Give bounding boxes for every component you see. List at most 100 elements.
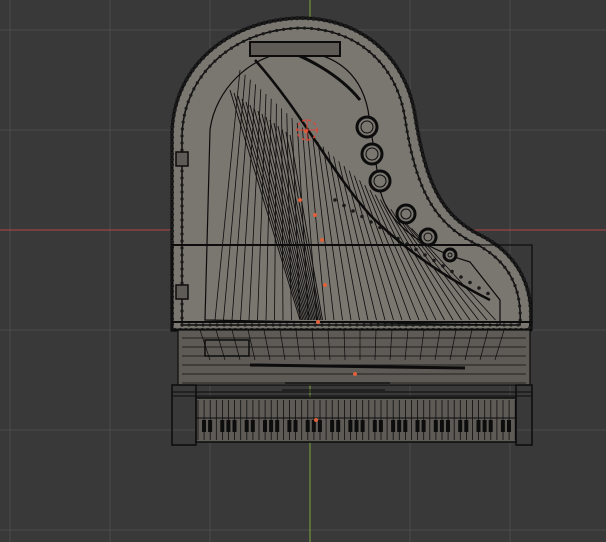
rim-vertex [169,217,175,223]
rim-vertex-inner [199,75,203,79]
rim-vertex-inner [383,323,387,327]
rim-vertex [358,30,363,36]
rim-vertex [363,33,368,39]
rim-vertex-inner [437,214,441,218]
piano-body-outline[interactable] [170,16,533,332]
rim-vertex [457,219,462,224]
rim-vertex-inner [400,102,404,106]
rim-vertex [289,16,294,21]
rim-vertex-inner [406,136,411,141]
rim-vertex-inner [229,46,233,50]
rim-vertex-inner [518,304,522,308]
rim-vertex-inner [386,70,390,74]
rim-vertex-inner [341,323,345,327]
rim-vertex [170,118,175,124]
rim-vertex [380,47,385,52]
rim-vertex-inner [429,202,433,206]
black-key [263,420,267,432]
rim-vertex-inner [208,323,212,327]
rim-vertex [172,108,177,113]
black-key [403,420,408,432]
bridge-pin [459,275,463,279]
rim-vertex [327,19,332,24]
rim-vertex-inner [208,64,212,68]
rim-vertex-inner [192,87,196,91]
black-key [476,420,481,432]
rim-vertex [527,298,532,303]
rim-vertex [416,131,421,137]
bridge-pin [450,269,454,274]
rim-vertex [169,239,175,245]
rim-vertex [169,228,175,234]
rim-vertex [236,30,241,35]
rim-vertex-inner [350,38,354,42]
rim-vertex [422,158,427,163]
rim-vertex-inner [408,143,412,147]
rim-vertex [213,44,218,49]
rim-vertex [197,59,202,64]
rim-vertex [169,234,175,239]
rim-vertex [521,277,526,282]
rim-vertex-inner [415,170,419,175]
rim-vertex [200,55,206,60]
rim-vertex [169,206,175,212]
rim-vertex [187,72,192,77]
rim-vertex [283,16,289,22]
rim-vertex [262,20,267,25]
rim-vertex-inner [180,134,184,138]
viewport-canvas[interactable] [0,0,606,542]
rim-vertex-inner [180,302,184,306]
rim-vertex-inner [215,323,219,327]
rim-vertex [316,17,322,22]
plate-hole [395,203,417,225]
rim-vertex-inner [395,89,400,93]
rim-vertex [333,20,338,25]
rim-vertex-inner [180,190,184,194]
bridge-pin [342,203,346,208]
rim-vertex-inner [213,59,217,63]
rim-vertex [411,104,416,109]
rim-vertex [402,78,407,83]
rim-vertex [406,88,411,94]
rim-vertex-inner [390,323,394,327]
black-key [348,420,353,432]
rim-vertex [470,229,476,234]
cheek-right [515,384,533,446]
rim-vertex-inner [423,190,427,194]
rim-vertex-inner [404,123,408,127]
rim-vertex [436,194,441,199]
rim-vertex-inner [278,323,282,327]
origin-dot [313,213,317,217]
rim-vertex-inner [180,316,184,320]
rim-vertex-inner [180,218,184,222]
rim-vertex-inner [442,219,446,223]
rim-vertex [453,215,458,221]
rim-vertex [311,16,316,21]
3d-viewport[interactable] [0,0,606,542]
rim-vertex [169,146,175,151]
rim-vertex [409,99,415,104]
bridge-pin [486,291,490,296]
rim-vertex [169,151,175,157]
rim-vertex-inner [320,323,324,327]
rim-vertex [516,267,521,272]
rim-vertex-inner [264,323,268,327]
rim-vertex [343,23,348,29]
rim-vertex-inner [180,204,184,208]
rim-vertex-inner [362,45,366,49]
rim-vertex [433,189,439,194]
rim-vertex-inner [502,323,506,327]
rim-vertex-inner [458,233,462,237]
rim-vertex-inner [180,169,184,173]
rim-vertex-inner [323,28,328,33]
rim-vertex [169,195,175,201]
black-key [372,420,377,432]
rim-vertex [449,211,454,217]
rim-vertex [415,126,420,131]
rim-vertex [241,27,246,33]
rim-vertex [399,73,405,79]
rim-vertex [353,28,358,33]
rim-vertex-inner [180,225,184,229]
plate-hole [418,227,438,247]
rim-vertex-inner [180,148,184,152]
